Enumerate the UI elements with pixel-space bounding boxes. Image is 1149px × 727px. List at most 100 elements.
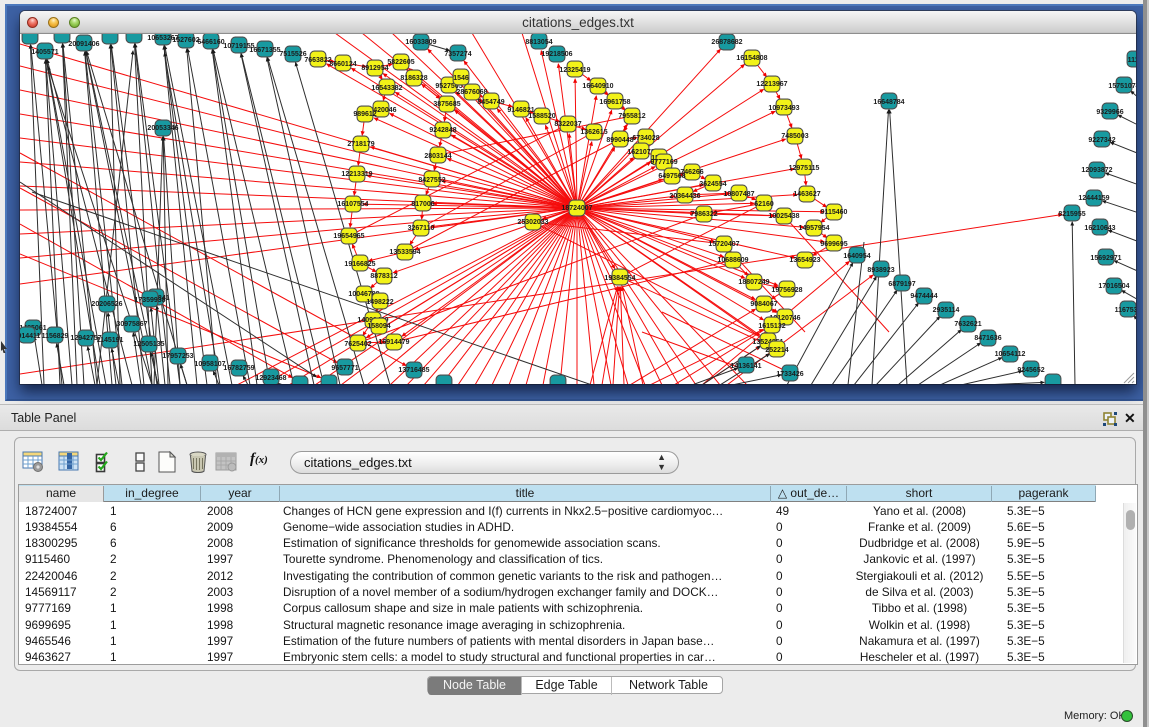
svg-text:15692971: 15692971	[1090, 255, 1121, 262]
svg-text:3914411: 3914411	[20, 333, 41, 340]
svg-text:16033809: 16033809	[405, 39, 436, 46]
svg-text:19384554: 19384554	[604, 275, 635, 282]
svg-text:7485003: 7485003	[781, 133, 808, 140]
svg-text:13533594: 13533594	[389, 249, 420, 256]
svg-text:1405571: 1405571	[31, 49, 58, 56]
svg-text:16961758: 16961758	[599, 99, 630, 106]
svg-text:9474444: 9474444	[910, 293, 937, 300]
svg-text:8322037: 8322037	[554, 121, 581, 128]
svg-text:19218506: 19218506	[541, 51, 572, 58]
svg-text:10025438: 10025438	[768, 213, 799, 220]
svg-text:28676068: 28676068	[456, 89, 487, 96]
svg-text:8471636: 8471636	[974, 335, 1001, 342]
svg-text:7632621: 7632621	[954, 321, 981, 328]
svg-text:2718179: 2718179	[347, 141, 374, 148]
svg-text:12213319: 12213319	[341, 171, 372, 178]
svg-text:8878312: 8878312	[370, 273, 397, 280]
svg-text:1733426: 1733426	[776, 371, 803, 378]
svg-text:9115460: 9115460	[821, 209, 848, 216]
svg-text:9657771: 9657771	[331, 365, 358, 372]
svg-text:7986322: 7986322	[690, 211, 717, 218]
svg-text:8660124: 8660124	[329, 61, 356, 68]
svg-text:19756928: 19756928	[771, 287, 802, 294]
svg-text:9699695: 9699695	[820, 241, 847, 248]
svg-text:20364436: 20364436	[669, 193, 700, 200]
svg-text:16210643: 16210643	[1084, 225, 1115, 232]
svg-text:16154808: 16154808	[736, 55, 767, 62]
svg-text:12093872: 12093872	[1081, 167, 1112, 174]
svg-text:3875685: 3875685	[433, 101, 460, 108]
svg-text:6734028: 6734028	[632, 135, 659, 142]
svg-text:1167533: 1167533	[1115, 307, 1136, 314]
svg-text:12975115: 12975115	[789, 165, 820, 172]
svg-text:1156829: 1156829	[42, 333, 69, 340]
svg-text:14136141: 14136141	[730, 363, 761, 370]
svg-text:25302033: 25302033	[517, 219, 548, 226]
svg-text:1463627: 1463627	[793, 191, 820, 198]
svg-text:17957253: 17957253	[162, 353, 193, 360]
svg-text:7357274: 7357274	[444, 51, 471, 58]
svg-text:1527602: 1527602	[172, 37, 199, 44]
svg-text:2803144: 2803144	[424, 153, 451, 160]
svg-text:12923468: 12923468	[255, 375, 286, 382]
svg-text:8427552: 8427552	[418, 177, 445, 184]
svg-text:12444159: 12444159	[1078, 195, 1109, 202]
svg-text:1640954: 1640954	[843, 253, 870, 260]
svg-text:8215955: 8215955	[1058, 211, 1085, 218]
svg-text:13716485: 13716485	[398, 367, 429, 374]
svg-text:7625402: 7625402	[344, 341, 371, 348]
svg-text:10807487: 10807487	[723, 191, 754, 198]
svg-text:6497568: 6497568	[658, 173, 685, 180]
svg-text:19166825: 19166825	[344, 261, 375, 268]
svg-text:1588520: 1588520	[528, 113, 555, 120]
svg-text:16914479: 16914479	[378, 339, 409, 346]
svg-text:16640910: 16640910	[582, 83, 613, 90]
svg-text:9245652: 9245652	[1017, 367, 1044, 374]
svg-text:15720407: 15720407	[708, 241, 739, 248]
svg-text:16107554: 16107554	[337, 201, 368, 208]
svg-text:9777169: 9777169	[650, 159, 677, 166]
svg-text:7955812: 7955812	[618, 113, 645, 120]
svg-text:20091406: 20091406	[68, 41, 99, 48]
svg-text:12213967: 12213967	[756, 81, 787, 88]
svg-text:1145191: 1145191	[97, 337, 124, 344]
svg-text:20206526: 20206526	[91, 301, 122, 308]
svg-text:2935114: 2935114	[933, 307, 960, 314]
svg-text:18807249: 18807249	[738, 279, 769, 286]
svg-text:3624554: 3624554	[699, 181, 726, 188]
svg-text:12325419: 12325419	[559, 67, 590, 74]
svg-text:12505135: 12505135	[133, 341, 164, 348]
svg-text:1546: 1546	[453, 75, 469, 82]
svg-text:8454749: 8454749	[477, 99, 504, 106]
svg-text:8912954: 8912954	[361, 65, 388, 72]
svg-text:18724007: 18724007	[561, 205, 592, 212]
svg-text:16648784: 16648784	[873, 99, 904, 106]
svg-text:10688609: 10688609	[717, 257, 748, 264]
svg-text:8186328: 8186328	[400, 75, 427, 82]
svg-text:26878682: 26878682	[711, 39, 742, 46]
svg-text:10654112: 10654112	[995, 351, 1026, 358]
svg-text:6879197: 6879197	[888, 281, 915, 288]
svg-text:62160: 62160	[754, 201, 774, 208]
svg-text:158094: 158094	[367, 323, 390, 330]
svg-text:30975867: 30975867	[116, 321, 147, 328]
svg-text:6466160: 6466160	[197, 39, 224, 46]
svg-text:989612: 989612	[353, 111, 376, 118]
svg-text:16543382: 16543382	[371, 85, 402, 92]
svg-text:13654923: 13654923	[789, 257, 820, 264]
svg-text:16671355: 16671355	[249, 47, 280, 54]
svg-text:14957954: 14957954	[798, 225, 829, 232]
svg-text:9329966: 9329966	[1096, 109, 1123, 116]
svg-text:10973493: 10973493	[768, 105, 799, 112]
svg-text:9242848: 9242848	[429, 127, 456, 134]
svg-text:1498222: 1498222	[366, 299, 393, 306]
svg-text:15751074: 15751074	[1108, 83, 1136, 90]
svg-text:3267110: 3267110	[408, 225, 435, 232]
svg-text:8938923: 8938923	[867, 267, 894, 274]
svg-text:17016504: 17016504	[1098, 283, 1129, 290]
svg-text:10958107: 10958107	[194, 361, 225, 368]
svg-text:817006: 817006	[411, 201, 434, 208]
svg-text:1615132: 1615132	[758, 323, 785, 330]
svg-text:17359938: 17359938	[134, 297, 165, 304]
svg-text:16782759: 16782759	[223, 365, 254, 372]
